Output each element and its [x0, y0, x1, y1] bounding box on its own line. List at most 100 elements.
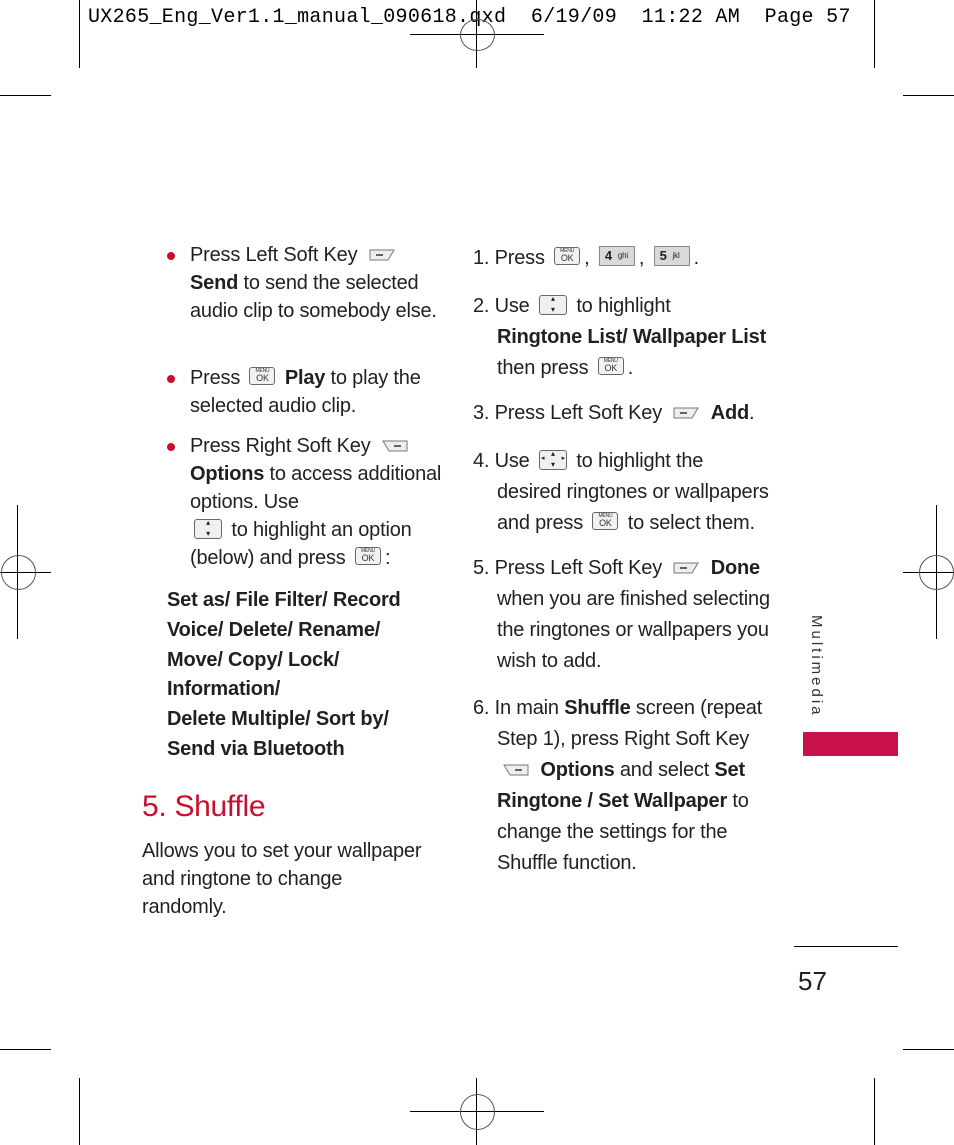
menu-ok-key-icon: MENU OK	[597, 357, 624, 375]
separator: .	[627, 357, 634, 379]
slug-date: 6/19/09	[530, 6, 618, 29]
step-text: to	[732, 790, 749, 812]
separator: ,	[638, 247, 645, 269]
right-soft-key-icon	[382, 432, 408, 452]
options-line: Move/ Copy/ Lock/	[167, 648, 340, 671]
step-text: Press Left Soft Key	[494, 557, 663, 579]
bullet-dot	[167, 375, 175, 383]
step-number: 4.	[473, 450, 490, 472]
menu-ok-key-icon: MENU OK	[249, 367, 276, 385]
section-title: 5. Shuffle	[142, 790, 266, 823]
bullet-item-play: Press MENU OK Play to play the selected a…	[190, 364, 460, 420]
bold-term: Add	[710, 402, 750, 424]
step-1: 1. Press MENU OK, 4 ghi, 5 jkl.	[473, 243, 773, 274]
options-line: Send via Bluetooth	[167, 737, 345, 760]
bold-term: Shuffle	[564, 697, 631, 719]
crop-mark	[903, 95, 954, 96]
bold-term: Options	[540, 759, 615, 781]
step-text: change the settings for the	[497, 821, 728, 843]
step-number: 5.	[473, 557, 490, 579]
bullet-item-send: Press Left Soft Key Send to send the sel…	[190, 241, 460, 325]
menu-ok-key-icon: MENU OK	[354, 547, 381, 565]
nav-up-down-key-icon: ▴ ▾	[538, 294, 567, 315]
step-2: 2. Use ▴ ▾ to highlight Ringtone List/ Wa…	[473, 291, 773, 384]
description-line: randomly.	[142, 896, 227, 918]
registration-mark	[1, 555, 36, 590]
slug-time: 11:22 AM	[641, 6, 741, 29]
separator: .	[749, 402, 755, 424]
bullet-text: Press Left Soft Key	[190, 244, 358, 266]
description-line: and ringtone to change	[142, 868, 343, 890]
section-description: Allows you to set your wallpaper and rin…	[142, 837, 442, 921]
step-text: Step 1), press Right Soft Key	[497, 728, 750, 750]
bold-term: Done	[710, 557, 760, 579]
registration-mark	[460, 19, 495, 51]
bullet-item-options: Press Right Soft Key Options to access a…	[190, 432, 460, 572]
slug-filename: UX265_Eng_Ver1.1_manual_090618.qxd	[88, 6, 507, 29]
crop-mark	[0, 95, 51, 96]
bullet-text: Press Right Soft Key	[190, 435, 371, 457]
chapter-label: Multimedia	[808, 615, 825, 718]
bullet-text: to highlight an option	[231, 519, 412, 541]
page-number: 57	[798, 966, 827, 996]
bullet-text: Press	[190, 367, 241, 389]
key-4-ghi-icon: 4 ghi	[598, 246, 635, 266]
step-text: Use	[494, 295, 530, 317]
left-soft-key-icon	[369, 241, 395, 261]
bold-term: Set	[714, 759, 745, 781]
right-soft-key-icon	[503, 755, 529, 776]
step-number: 3.	[473, 402, 490, 424]
bold-term: Ringtone / Set Wallpaper	[497, 790, 728, 812]
footer-rule	[794, 946, 898, 947]
step-text: and press	[497, 512, 584, 534]
step-text: the ringtones or wallpapers you	[497, 619, 769, 641]
step-text: desired ringtones or wallpapers	[497, 481, 769, 503]
step-text: Press	[494, 247, 545, 269]
step-text: wish to add.	[497, 650, 602, 672]
registration-mark	[460, 1094, 495, 1130]
options-line: Set as/ File Filter/ Record	[167, 589, 401, 611]
separator: .	[693, 247, 700, 269]
options-list: Set as/ File Filter/ Record Voice/ Delet…	[167, 586, 447, 765]
step-text: and select	[619, 759, 710, 781]
step-text: then press	[497, 357, 589, 379]
crop-mark	[79, 1078, 80, 1145]
step-text: Press Left Soft Key	[494, 402, 663, 424]
options-line: Voice/ Delete/ Rename/	[167, 618, 381, 641]
colon: :	[384, 547, 391, 569]
bullet-text: (below) and press	[190, 547, 346, 569]
bullet-dot	[167, 252, 175, 260]
step-5: 5. Press Left Soft Key Done when you are…	[473, 553, 773, 677]
step-text: to select them.	[627, 512, 755, 534]
step-text: to highlight the	[576, 450, 704, 472]
left-soft-key-icon	[673, 398, 700, 419]
chapter-tab	[803, 732, 898, 756]
step-text: Shuffle function.	[497, 852, 637, 874]
crop-mark	[0, 1049, 51, 1050]
nav-four-way-key-icon: ▴ ▾ ◂ ▸	[538, 449, 567, 470]
step-6: 6. In main Shuffle screen (repeat Step 1…	[473, 693, 773, 879]
key-5-jkl-icon: 5 jkl	[653, 246, 690, 266]
slug-page: Page 57	[764, 6, 851, 29]
options-line: Delete Multiple/ Sort by/	[167, 708, 389, 731]
bold-term: Ringtone List/ Wallpaper List	[497, 326, 767, 348]
crop-mark	[79, 0, 80, 68]
step-number: 2.	[473, 295, 490, 317]
description-line: Allows you to set your wallpaper	[142, 840, 422, 862]
separator: ,	[584, 247, 590, 269]
crop-mark	[874, 0, 875, 68]
options-line: Information/	[167, 678, 281, 701]
step-text: In main	[494, 697, 559, 719]
bullet-dot	[167, 443, 175, 451]
left-soft-key-icon	[673, 553, 700, 574]
menu-ok-key-icon: MENU OK	[592, 512, 619, 530]
step-number: 6.	[473, 697, 490, 719]
bold-term: Options	[190, 463, 265, 485]
step-text: to highlight	[576, 295, 671, 317]
crop-mark	[874, 1078, 875, 1145]
nav-up-down-key-icon: ▴ ▾	[194, 518, 222, 539]
step-text: Use	[494, 450, 530, 472]
step-3: 3. Press Left Soft Key Add.	[473, 398, 773, 429]
registration-mark	[919, 555, 954, 590]
menu-ok-key-icon: MENU OK	[554, 247, 581, 265]
